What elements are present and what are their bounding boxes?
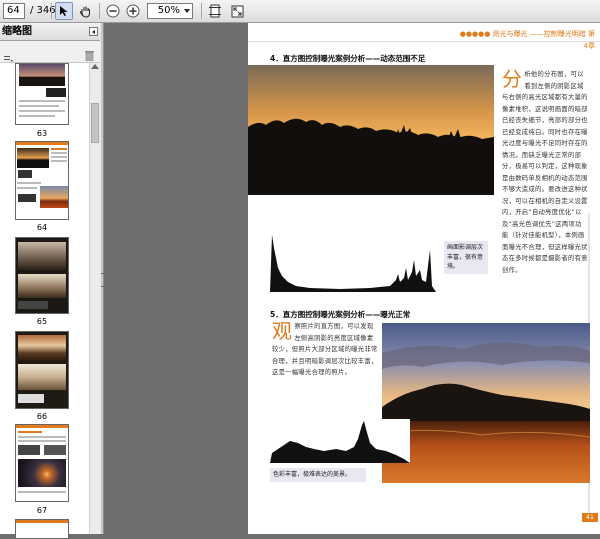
thumbnail-text-line	[19, 115, 55, 117]
select-tool-button[interactable]	[55, 2, 73, 20]
thumbnail-image	[17, 148, 49, 168]
trash-icon	[85, 51, 94, 62]
caption-section-5: 色彩丰富，极难表达的美景。	[270, 468, 366, 482]
options-menu-button[interactable]	[4, 48, 13, 62]
section-5-body: 观 察照片的直方图，可以发现左侧高阴影的亮度区域像素较少，但照片大部分区域的曝光…	[272, 321, 378, 379]
thumbnail-histogram	[18, 194, 36, 202]
page-thumbnail-68[interactable]	[15, 519, 69, 539]
thumbnail-text-line	[19, 100, 65, 102]
dropcap-section-5: 观	[272, 319, 293, 343]
document-page: ●●●●● 测光与曝光 ——控制曝光明暗 第4章 4．直方图控制曝光案例分析——…	[248, 23, 600, 534]
thumbnail-text-line	[18, 491, 66, 493]
thumbnail-text-line	[17, 182, 41, 184]
running-header: ●●●●● 测光与曝光 ——控制曝光明暗 第4章	[459, 30, 595, 50]
thumbnail-label-64: 64	[36, 223, 48, 232]
fit-page-button[interactable]	[206, 2, 224, 20]
options-icon	[4, 56, 13, 62]
thumbnail-text-line	[19, 105, 59, 107]
scroll-up-icon[interactable]	[91, 64, 99, 69]
thumbnail-image	[40, 186, 68, 208]
thumbnail-text-line	[17, 187, 37, 189]
thumbnail-histogram	[18, 301, 48, 309]
thumbnail-histogram	[18, 170, 32, 178]
page-number-input[interactable]: 64	[3, 3, 25, 19]
thumbnail-image	[18, 335, 66, 361]
zoom-out-icon	[106, 4, 120, 18]
toolbar-separator	[99, 3, 100, 19]
thumbnail-text-line	[18, 436, 66, 438]
page-thumbnail-66[interactable]	[15, 331, 69, 409]
caption-section-4: 画面影调层次丰富，很有意境。	[444, 241, 488, 274]
zoom-out-button[interactable]	[104, 2, 122, 20]
hand-tool-button[interactable]	[76, 2, 94, 20]
thumbnail-histogram	[44, 445, 66, 455]
splitter-grip-icon	[101, 273, 103, 287]
dropcap-section-4: 分	[502, 67, 523, 91]
page-thumbnail-64[interactable]	[15, 141, 69, 220]
thumbnail-header-band	[16, 425, 68, 428]
thumbnail-label-63: 63	[36, 129, 48, 138]
histogram-1	[270, 230, 436, 292]
thumbnail-histogram	[46, 88, 66, 97]
thumbnail-histogram	[18, 394, 44, 403]
thumbnail-label-65: 65	[36, 317, 48, 326]
thumbnail-header-band	[16, 142, 68, 145]
panel-options-button[interactable]	[89, 27, 98, 36]
panel-splitter[interactable]	[100, 23, 104, 534]
header-rule	[248, 41, 600, 42]
hand-icon	[79, 6, 90, 18]
page-thumbnail-67[interactable]	[15, 424, 69, 502]
thumbnail-scrollbar[interactable]	[89, 63, 100, 534]
thumbnail-text-line	[18, 431, 42, 433]
cursor-icon	[60, 6, 68, 16]
delete-page-button[interactable]	[85, 46, 94, 62]
thumbnail-image	[18, 459, 66, 487]
thumbnail-image	[18, 242, 66, 270]
toolbar-separator	[51, 3, 52, 19]
thumbnail-label-67: 67	[36, 506, 48, 515]
thumbnail-image	[18, 274, 66, 298]
thumbnail-panel-title: 缩略图	[0, 23, 102, 41]
page-thumbnail-63[interactable]	[15, 63, 69, 125]
thumbnail-label-66: 66	[36, 412, 48, 421]
thumbnail-text-line	[18, 440, 66, 442]
thumbnail-text-line	[51, 152, 67, 154]
thumbnail-header-band	[16, 520, 68, 523]
thumbnail-histogram	[18, 445, 40, 455]
scrollbar-thumb[interactable]	[91, 103, 99, 143]
thumbnail-toolbar	[0, 41, 102, 63]
fit-page-icon	[209, 4, 221, 18]
expand-icon	[231, 5, 243, 17]
thumbnail-panel: 缩略图 63 64 65 66 67	[0, 23, 102, 539]
thumbnail-text-line	[51, 156, 67, 158]
collapse-icon	[92, 30, 95, 34]
zoom-in-button[interactable]	[124, 2, 142, 20]
thumbnail-text-line	[51, 148, 67, 150]
section-4-title: 4．直方图控制曝光案例分析——动态范围不足	[270, 54, 426, 63]
section-4-body: 分 析他的分布图，可以看到左侧的阴影区域与右侧的高光区域都有大量的像素堆积，这说…	[502, 69, 588, 276]
page-number-badge: 41	[582, 513, 598, 522]
page-thumbnail-65[interactable]	[15, 237, 69, 314]
thumbnail-image	[18, 364, 66, 390]
section-4-paragraph: 析他的分布图，可以看到左侧的阴影区域与右侧的高光区域都有大量的像素堆积，这说明画…	[502, 71, 588, 274]
photo-sunset-silhouette	[248, 65, 494, 195]
chevron-down-icon	[184, 9, 190, 13]
zoom-in-icon	[126, 4, 140, 18]
photo-grassland-sunset	[382, 323, 590, 483]
full-screen-button[interactable]	[228, 2, 246, 20]
toolbar: 64 / 346 50%	[0, 0, 600, 23]
thumbnail-image	[19, 64, 65, 86]
thumbnail-text-line	[51, 160, 67, 162]
thumbnail-text-line	[19, 110, 65, 112]
toolbar-separator	[201, 3, 202, 19]
histogram-2	[270, 419, 410, 463]
